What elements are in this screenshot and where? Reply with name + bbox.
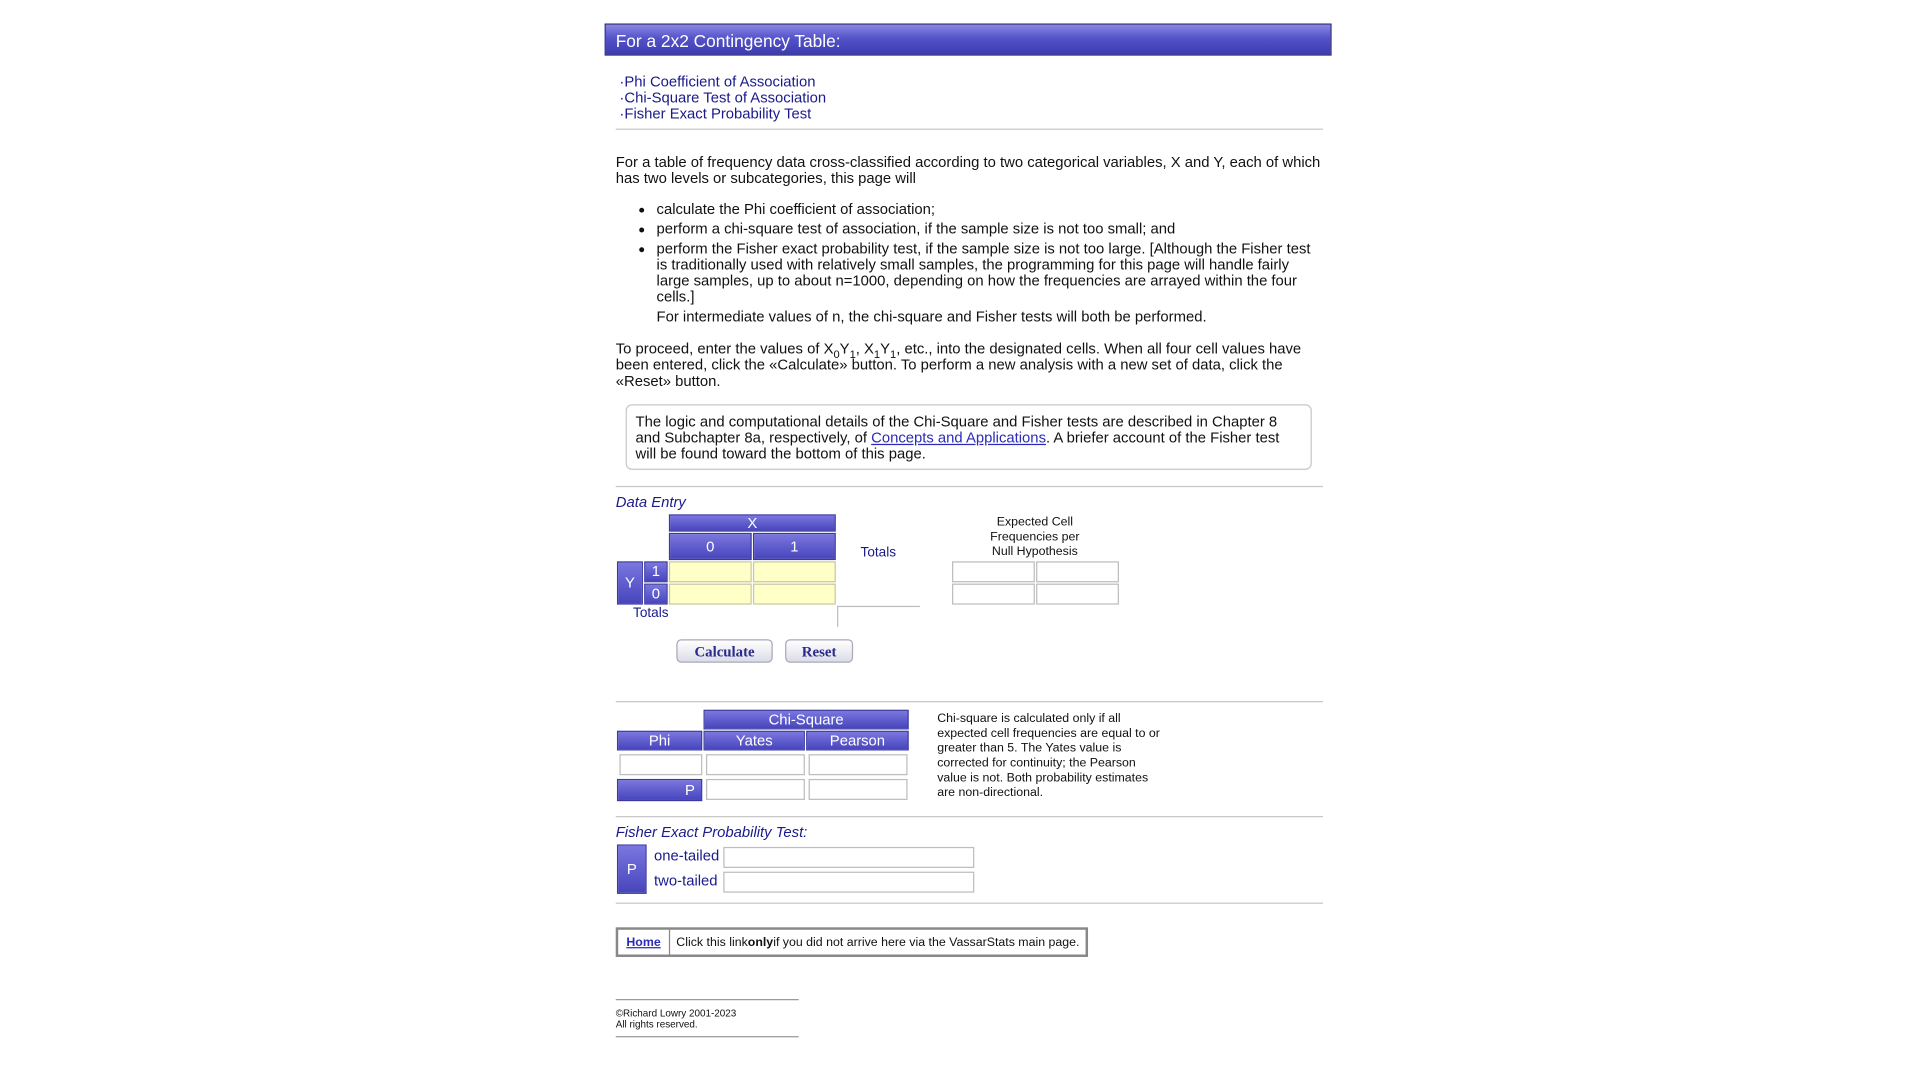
intro-bullet-followup: For intermediate values of n, the chi-sq… (656, 307, 1207, 326)
cell-x1y1-input[interactable] (752, 561, 836, 583)
cell-x0y0-input[interactable] (668, 583, 752, 605)
chi-square-header: Chi-Square (703, 709, 909, 730)
copyright-footer: ©Richard Lowry 2001-2023 All rights rese… (615, 999, 799, 1038)
p-label: P (616, 778, 703, 802)
divider (615, 816, 1323, 818)
pearson-result (808, 754, 908, 776)
pearson-p-result (808, 778, 908, 800)
divider (615, 701, 1323, 703)
two-tailed-label: two-tailed (654, 871, 718, 889)
expected-cell-4 (1036, 583, 1119, 605)
intro-paragraph: For a table of frequency data cross-clas… (615, 153, 1321, 187)
totals-row-label: Totals (633, 605, 669, 621)
page-banner: For a 2x2 Contingency Table: (604, 23, 1332, 56)
rights-text: All rights reserved. (615, 1018, 698, 1030)
y-level-0: 0 (644, 583, 668, 605)
list-item: perform the Fisher exact probability tes… (656, 240, 1323, 326)
divider (615, 902, 1323, 904)
divider (615, 128, 1323, 130)
page: For a 2x2 Contingency Table: ·Phi Coeffi… (0, 0, 1920, 1079)
intro-text: For a table of frequency data cross-clas… (615, 153, 1323, 329)
phi-result (619, 754, 703, 776)
home-link[interactable]: Home (626, 935, 660, 949)
two-tailed-result (723, 871, 975, 893)
phi-header: Phi (616, 730, 703, 751)
yates-p-result (705, 778, 805, 800)
reset-button[interactable]: Reset (785, 639, 854, 663)
proceed-text: To proceed, enter the values of X0Y1, X1… (615, 340, 1302, 390)
expected-cell-3 (952, 583, 1035, 605)
expected-cell-2 (1036, 561, 1119, 583)
divider (615, 485, 1323, 488)
list-item: calculate the Phi coefficient of associa… (657, 201, 1323, 218)
home-box: Home Click this link only if you did not… (615, 927, 1089, 957)
home-instruction: Click this link only if you did not arri… (676, 935, 1080, 949)
copyright-text: ©Richard Lowry 2001-2023 (615, 1007, 737, 1019)
calculate-button[interactable]: Calculate (676, 639, 773, 663)
expected-title: Expected Cell Frequencies per Null Hypot… (990, 515, 1080, 559)
nav-links: ·Phi Coefficient of Association ·Chi-Squ… (619, 74, 826, 122)
cell-x0y1-input[interactable] (668, 561, 752, 583)
nav-link-phi[interactable]: ·Phi Coefficient of Association (619, 74, 826, 90)
x-header: X (668, 514, 836, 532)
y-level-1: 1 (644, 561, 668, 583)
yates-header: Yates (703, 730, 805, 751)
fisher-title: Fisher Exact Probability Test: (615, 823, 808, 841)
y-header: Y (616, 561, 643, 605)
totals-column-label: Totals (860, 545, 897, 561)
cell-x1y0-input[interactable] (752, 583, 836, 605)
one-tailed-label: one-tailed (654, 846, 720, 865)
one-tailed-result (723, 846, 975, 868)
list-item: perform a chi-square test of association… (657, 221, 1323, 237)
concepts-link[interactable]: Concepts and Applications (871, 429, 1046, 446)
x-level-1: 1 (752, 532, 836, 561)
x-level-0: 0 (668, 532, 752, 561)
chi-square-explanation: Chi-square is calculated only if all exp… (937, 712, 1160, 800)
reference-note: The logic and computational details of t… (625, 404, 1312, 470)
nav-link-chi-square[interactable]: ·Chi-Square Test of Association (619, 90, 826, 106)
data-entry-title: Data Entry (615, 493, 686, 511)
yates-result (705, 754, 805, 776)
fisher-p-label: P (616, 844, 647, 894)
intro-bullets: calculate the Phi coefficient of associa… (616, 201, 1323, 326)
nav-link-fisher[interactable]: ·Fisher Exact Probability Test (619, 106, 826, 122)
home-cell: Home (618, 929, 671, 955)
pearson-header: Pearson (806, 730, 909, 751)
expected-cell-1 (952, 561, 1035, 583)
grand-total-box (837, 605, 920, 627)
